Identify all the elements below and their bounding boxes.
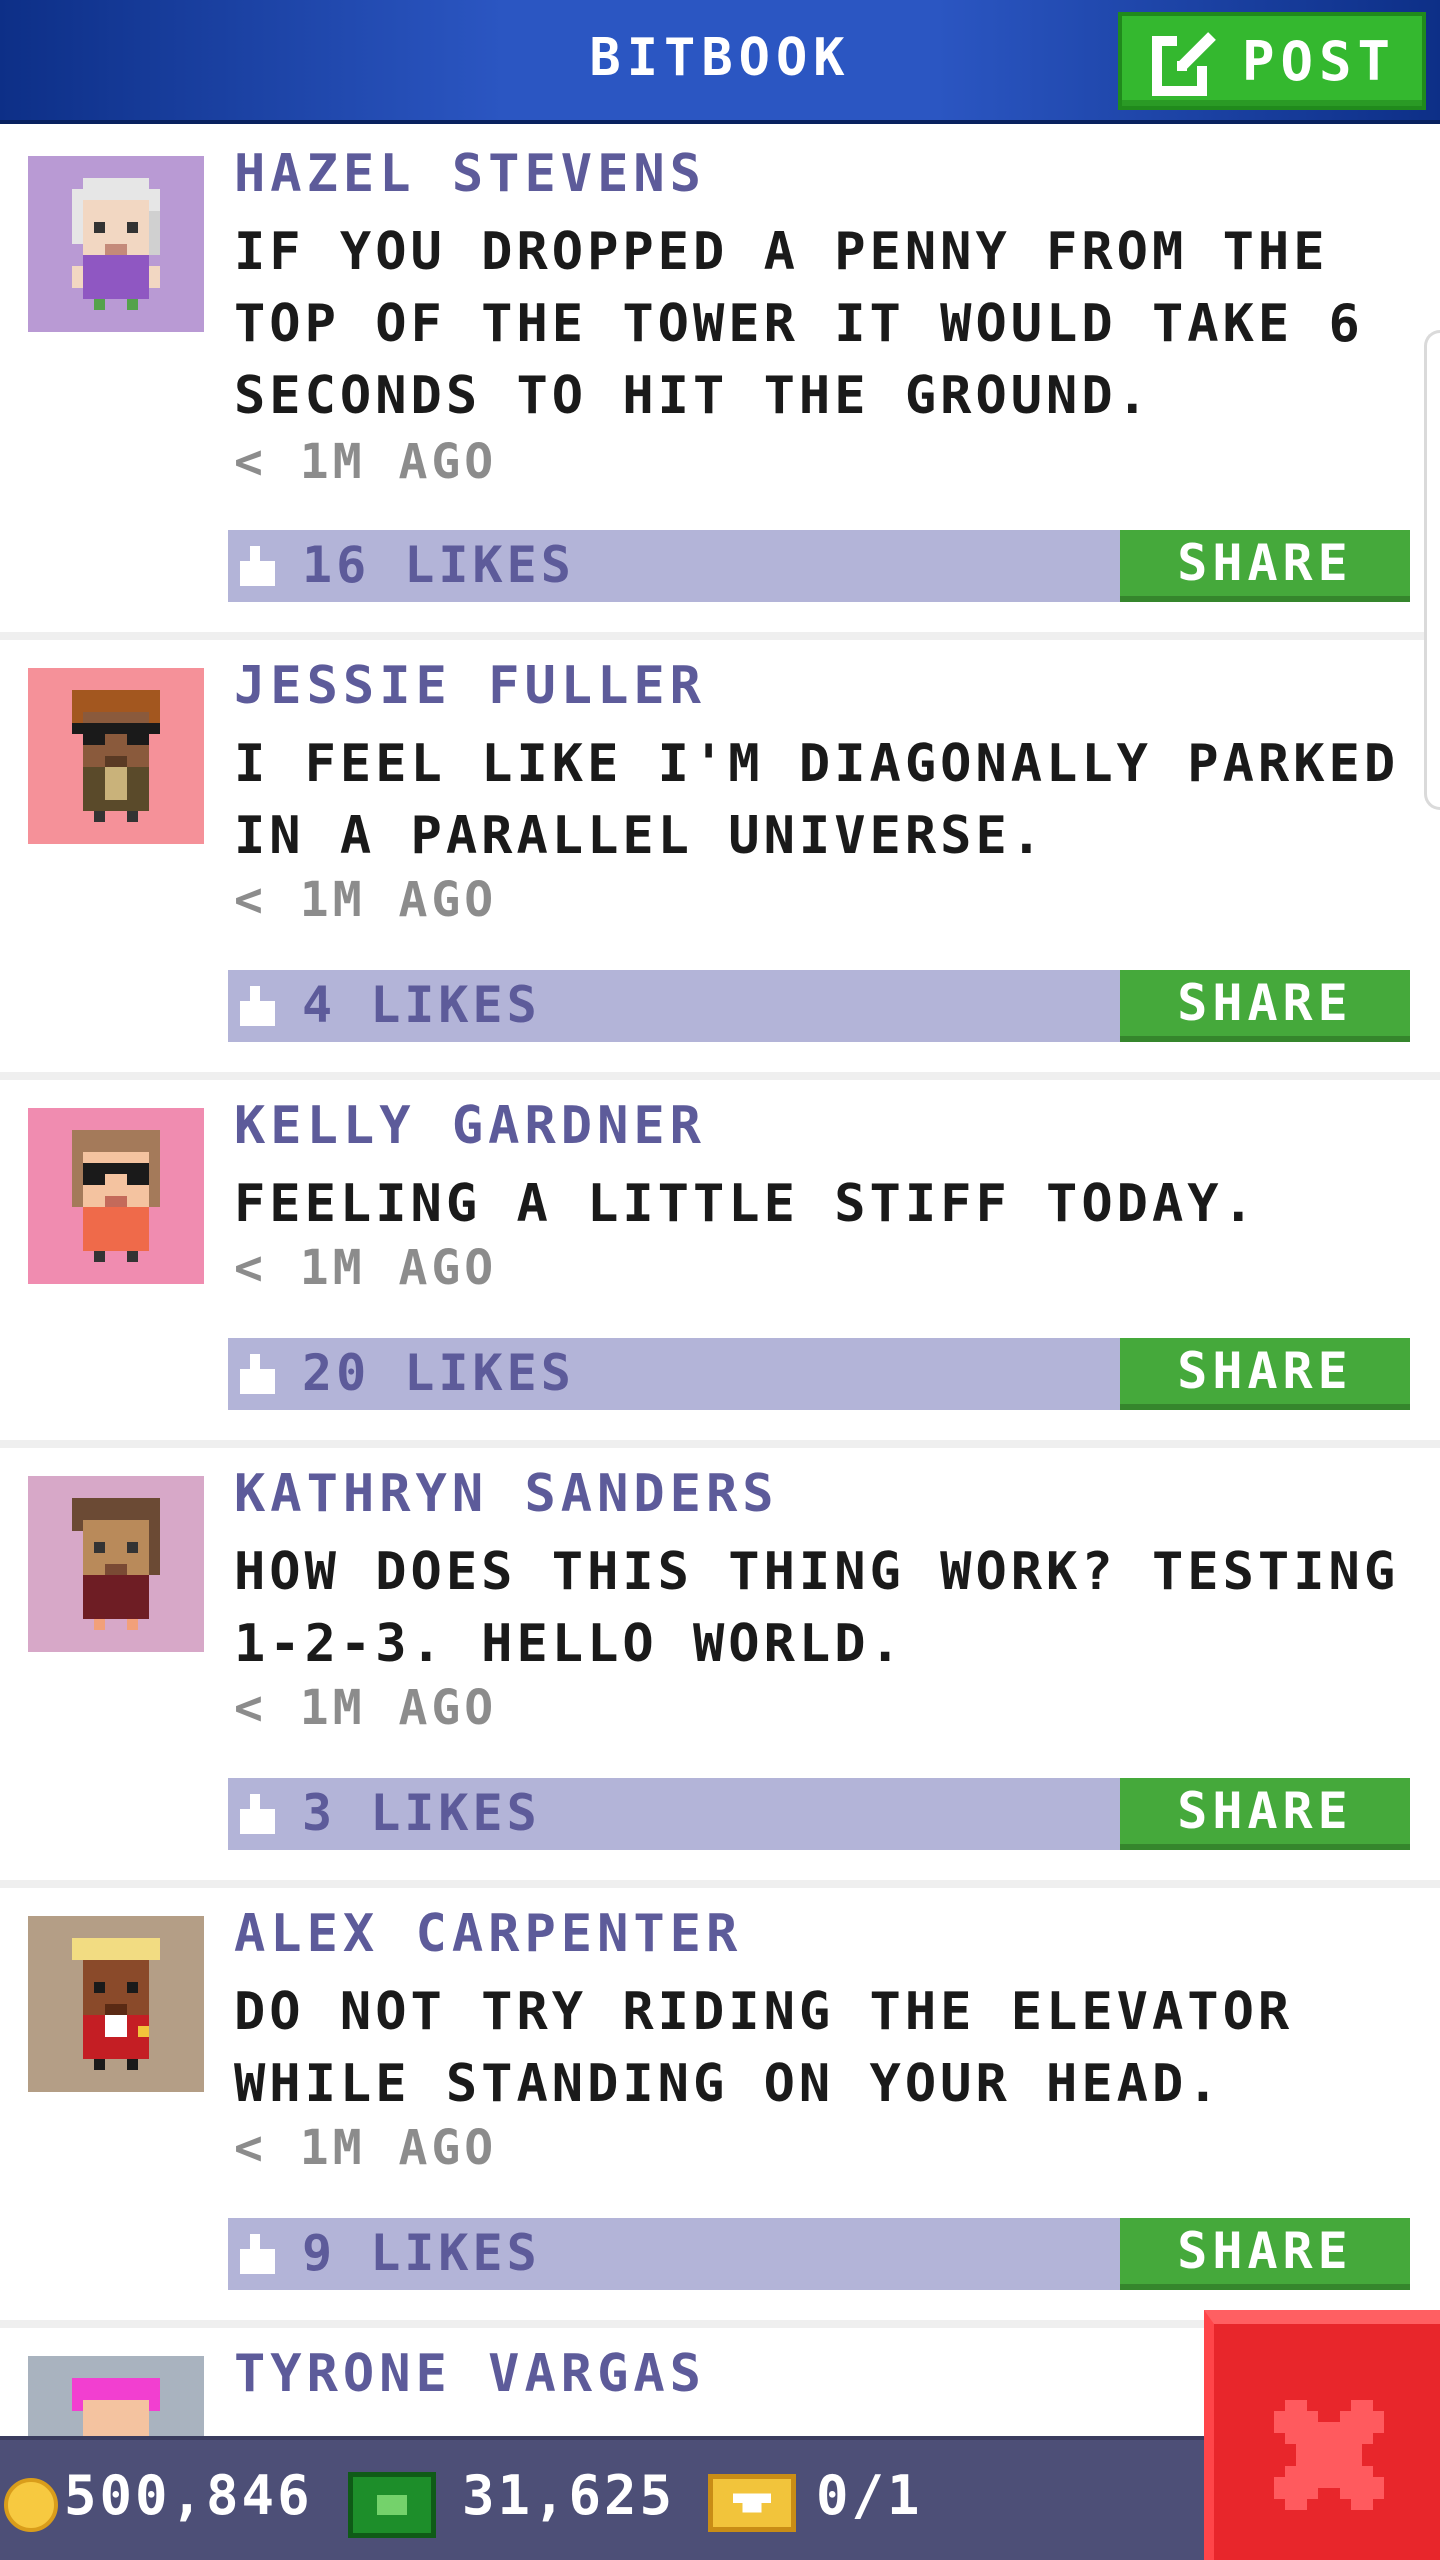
post-message: FEELING A LITTLE STIFF TODAY. (234, 1174, 1258, 1234)
close-button[interactable] (1204, 2310, 1440, 2560)
share-button[interactable]: SHARE (1120, 1778, 1410, 1850)
like-bar[interactable]: 16 LIKES SHARE (228, 530, 1410, 602)
like-bar[interactable]: 9 LIKES SHARE (228, 2218, 1410, 2290)
post-button-label: POST (1242, 29, 1397, 93)
share-button[interactable]: SHARE (1120, 2218, 1410, 2290)
like-count: 20 LIKES (302, 1344, 575, 1402)
feed-post: HAZEL STEVENS IF YOU DROPPED A PENNY FRO… (0, 128, 1440, 640)
post-time: < 1M AGO (234, 1680, 498, 1736)
avatar[interactable] (28, 668, 204, 844)
thumb-up-icon (240, 1794, 275, 1834)
post-button[interactable]: POST (1118, 12, 1426, 110)
post-time: < 1M AGO (234, 2120, 498, 2176)
cash-icon (348, 2472, 436, 2538)
ticket-icon (708, 2474, 796, 2532)
thumb-up-icon (240, 1354, 275, 1394)
bux-count: 31,625 (462, 2464, 676, 2527)
post-message: DO NOT TRY RIDING THE ELEVATOR WHILE STA… (234, 1982, 1294, 2114)
post-time: < 1M AGO (234, 872, 498, 928)
scrollbar[interactable] (1424, 330, 1440, 810)
avatar[interactable] (28, 1916, 204, 2092)
share-button[interactable]: SHARE (1120, 1338, 1410, 1410)
post-author[interactable]: TYRONE VARGAS (234, 2344, 706, 2404)
app-header: BITBOOK POST (0, 0, 1440, 124)
feed-post: ALEX CARPENTER DO NOT TRY RIDING THE ELE… (0, 1888, 1440, 2328)
post-author[interactable]: KELLY GARDNER (234, 1096, 706, 1156)
avatar[interactable] (28, 1108, 204, 1284)
post-author[interactable]: KATHRYN SANDERS (234, 1464, 779, 1524)
feed-post: JESSIE FULLER I FEEL LIKE I'M DIAGONALLY… (0, 640, 1440, 1080)
avatar[interactable] (28, 156, 204, 332)
share-button[interactable]: SHARE (1120, 530, 1410, 602)
like-count: 4 LIKES (302, 976, 541, 1034)
like-count: 3 LIKES (302, 1784, 541, 1842)
feed-post: KATHRYN SANDERS HOW DOES THIS THING WORK… (0, 1448, 1440, 1888)
like-bar[interactable]: 20 LIKES SHARE (228, 1338, 1410, 1410)
thumb-up-icon (240, 986, 275, 1026)
ticket-count: 0/1 (816, 2464, 923, 2527)
edit-icon (1152, 26, 1222, 96)
post-message: I FEEL LIKE I'M DIAGONALLY PARKED IN A P… (234, 734, 1400, 866)
post-time: < 1M AGO (234, 1240, 498, 1296)
feed-post: KELLY GARDNER FEELING A LITTLE STIFF TOD… (0, 1080, 1440, 1448)
coin-icon (4, 2478, 58, 2532)
thumb-up-icon (240, 546, 275, 586)
like-bar[interactable]: 3 LIKES SHARE (228, 1778, 1410, 1850)
share-button[interactable]: SHARE (1120, 970, 1410, 1042)
close-icon (1274, 2400, 1384, 2510)
post-message: IF YOU DROPPED A PENNY FROM THE TOP OF T… (234, 222, 1364, 426)
post-author[interactable]: HAZEL STEVENS (234, 144, 706, 204)
like-count: 16 LIKES (302, 536, 575, 594)
like-bar[interactable]: 4 LIKES SHARE (228, 970, 1410, 1042)
avatar[interactable] (28, 1476, 204, 1652)
thumb-up-icon (240, 2234, 275, 2274)
post-message: HOW DOES THIS THING WORK? TESTING 1-2-3.… (234, 1542, 1400, 1674)
post-author[interactable]: ALEX CARPENTER (234, 1904, 742, 1964)
coin-count: 500,846 (64, 2464, 313, 2527)
like-count: 9 LIKES (302, 2224, 541, 2282)
post-time: < 1M AGO (234, 434, 498, 490)
post-author[interactable]: JESSIE FULLER (234, 656, 706, 716)
